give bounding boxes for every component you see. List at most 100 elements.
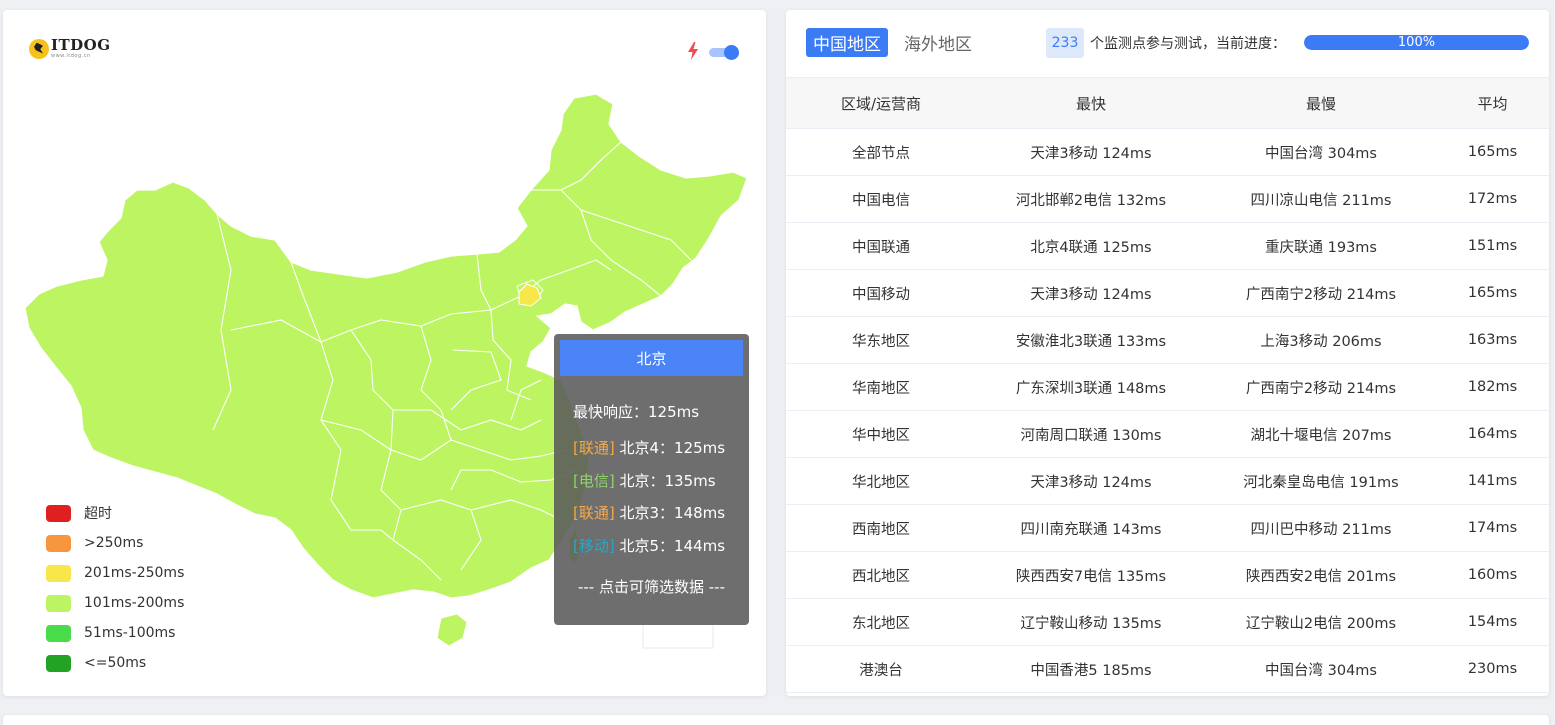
cell-region: 华东地区: [786, 316, 976, 364]
tab-overseas[interactable]: 海外地区: [904, 28, 972, 57]
progress-bar: 100%: [1304, 35, 1529, 50]
table-row[interactable]: 华南地区 广东深圳3联通 148ms 广西南宁2移动 214ms 182ms: [786, 363, 1549, 411]
cell-average: 165ms: [1436, 269, 1549, 317]
legend-item[interactable]: 51ms-100ms: [46, 618, 184, 648]
cell-fastest: 河南周口联通 130ms: [976, 410, 1206, 458]
cell-average: 160ms: [1436, 551, 1549, 599]
cell-average: 230ms: [1436, 645, 1549, 693]
map-card: ITDOG www.itdog.cn 超时 >250ms 201ms-250ms…: [3, 10, 766, 696]
results-card: 中国地区 海外地区 233 个监测点参与测试，当前进度： 100% 区域/运营商…: [786, 10, 1549, 696]
itdog-logo[interactable]: ITDOG www.itdog.cn: [29, 38, 111, 59]
cell-average: 165ms: [1436, 128, 1549, 176]
cell-region: 西北地区: [786, 551, 976, 599]
cell-fastest: 河北邯郸2电信 132ms: [976, 175, 1206, 223]
cell-slowest: 上海3移动 206ms: [1206, 316, 1436, 364]
cell-region: 华北地区: [786, 457, 976, 505]
table-row[interactable]: 东北地区 辽宁鞍山移动 135ms 辽宁鞍山2电信 200ms 154ms: [786, 598, 1549, 646]
tooltip-node: 北京：135ms: [619, 471, 716, 490]
cell-region: 中国联通: [786, 222, 976, 270]
cell-slowest: 四川凉山电信 211ms: [1206, 175, 1436, 223]
table-row[interactable]: 中国电信 河北邯郸2电信 132ms 四川凉山电信 211ms 172ms: [786, 175, 1549, 223]
map-mode-toggle[interactable]: [709, 45, 739, 60]
cell-slowest: 中国台湾 304ms: [1206, 128, 1436, 176]
monitor-count: 233: [1046, 28, 1084, 58]
tooltip-isp: [移动]: [573, 536, 615, 555]
monitor-count-text: 个监测点参与测试，当前进度：: [1090, 36, 1286, 52]
cell-fastest: 北京4联通 125ms: [976, 222, 1206, 270]
cell-fastest: 天津3移动 124ms: [976, 457, 1206, 505]
cell-average: 164ms: [1436, 410, 1549, 458]
header-slowest[interactable]: 最慢: [1206, 77, 1436, 129]
table-row[interactable]: 港澳台 中国香港5 185ms 中国台湾 304ms 230ms: [786, 645, 1549, 693]
cell-region: 华中地区: [786, 410, 976, 458]
cell-average: 141ms: [1436, 457, 1549, 505]
header-fastest[interactable]: 最快: [976, 77, 1206, 129]
table-row[interactable]: 全部节点 天津3移动 124ms 中国台湾 304ms 165ms: [786, 128, 1549, 176]
header-average[interactable]: 平均: [1436, 77, 1549, 129]
cell-region: 东北地区: [786, 598, 976, 646]
legend-item[interactable]: >250ms: [46, 528, 184, 558]
tooltip-node: 北京4：125ms: [619, 439, 726, 457]
header-region[interactable]: 区域/运营商: [786, 77, 976, 129]
legend-label: 51ms-100ms: [84, 625, 176, 641]
table-row[interactable]: 华中地区 河南周口联通 130ms 湖北十堰电信 207ms 164ms: [786, 410, 1549, 458]
legend-label: 超时: [84, 506, 112, 522]
cell-fastest: 安徽淮北3联通 133ms: [976, 316, 1206, 364]
legend-label: <=50ms: [84, 655, 147, 671]
legend-swatch: [46, 594, 71, 612]
cell-average: 182ms: [1436, 363, 1549, 411]
tooltip-hint[interactable]: --- 点击可筛选数据 ---: [554, 576, 749, 597]
table-header-row: 区域/运营商 最快 最慢 平均: [786, 77, 1549, 129]
table-row[interactable]: 中国移动 天津3移动 124ms 广西南宁2移动 214ms 165ms: [786, 269, 1549, 317]
logo-subtitle: www.itdog.cn: [51, 53, 91, 59]
tooltip-node: 北京3：148ms: [619, 504, 726, 522]
legend-item[interactable]: 201ms-250ms: [46, 558, 184, 588]
tooltip-title: 北京: [560, 340, 743, 376]
table-row[interactable]: 西北地区 陕西西安7电信 135ms 陕西西安2电信 201ms 160ms: [786, 551, 1549, 599]
cell-slowest: 中国台湾 304ms: [1206, 645, 1436, 693]
cell-average: 174ms: [1436, 504, 1549, 552]
tooltip-isp: [联通]: [573, 504, 615, 522]
cell-slowest: 湖北十堰电信 207ms: [1206, 410, 1436, 458]
tooltip-row: [移动] 北京5：144ms: [573, 535, 725, 568]
legend-label: >250ms: [84, 535, 144, 551]
province-tooltip[interactable]: 北京 最快响应：125ms [联通] 北京4：125ms [电信] 北京：135m…: [554, 334, 749, 625]
table-row[interactable]: 华东地区 安徽淮北3联通 133ms 上海3移动 206ms 163ms: [786, 316, 1549, 364]
cell-region: 港澳台: [786, 645, 976, 693]
cell-region: 西南地区: [786, 504, 976, 552]
cell-average: 172ms: [1436, 175, 1549, 223]
legend-item[interactable]: 超时: [46, 498, 184, 528]
cell-fastest: 广东深圳3联通 148ms: [976, 363, 1206, 411]
cell-fastest: 陕西西安7电信 135ms: [976, 551, 1206, 599]
cell-slowest: 重庆联通 193ms: [1206, 222, 1436, 270]
legend-swatch: [46, 534, 71, 552]
table-row[interactable]: 中国联通 北京4联通 125ms 重庆联通 193ms 151ms: [786, 222, 1549, 270]
legend-label: 101ms-200ms: [84, 595, 185, 611]
cell-average: 151ms: [1436, 222, 1549, 270]
legend-swatch: [46, 504, 71, 522]
legend-swatch: [46, 624, 71, 642]
cell-region: 中国电信: [786, 175, 976, 223]
legend-item[interactable]: <=50ms: [46, 648, 184, 678]
tab-china[interactable]: 中国地区: [806, 28, 888, 57]
cell-region: 全部节点: [786, 128, 976, 176]
map-hainan[interactable]: [436, 613, 468, 647]
bottom-panel: [3, 715, 1549, 725]
dog-logo-icon: [29, 38, 49, 59]
tooltip-row: [电信] 北京：135ms: [573, 470, 725, 503]
table-row[interactable]: 西南地区 四川南充联通 143ms 四川巴中移动 211ms 174ms: [786, 504, 1549, 552]
progress-label: 100%: [1397, 35, 1436, 50]
logo-title: ITDOG: [51, 36, 111, 54]
table-row[interactable]: 华北地区 天津3移动 124ms 河北秦皇岛电信 191ms 141ms: [786, 457, 1549, 505]
tooltip-rows: [联通] 北京4：125ms [电信] 北京：135ms [联通] 北京3：148m…: [573, 437, 725, 567]
cell-region: 中国移动: [786, 269, 976, 317]
legend-item[interactable]: 101ms-200ms: [46, 588, 184, 618]
cell-fastest: 辽宁鞍山移动 135ms: [976, 598, 1206, 646]
tooltip-isp: [联通]: [573, 439, 615, 457]
cell-region: 华南地区: [786, 363, 976, 411]
legend-swatch: [46, 564, 71, 582]
results-table: 区域/运营商 最快 最慢 平均 全部节点 天津3移动 124ms 中国台湾 304m…: [786, 77, 1549, 693]
tooltip-fastest: 最快响应：125ms: [573, 403, 700, 421]
cell-fastest: 天津3移动 124ms: [976, 128, 1206, 176]
tooltip-node: 北京5：144ms: [619, 536, 726, 555]
